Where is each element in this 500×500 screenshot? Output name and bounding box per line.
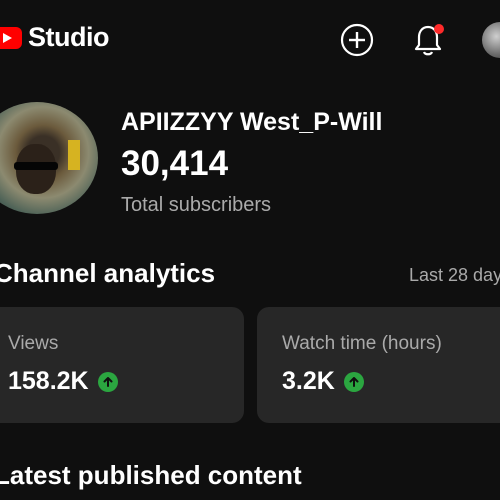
notification-dot xyxy=(434,24,444,34)
create-icon xyxy=(340,23,374,57)
app-name: Studio xyxy=(28,22,109,52)
youtube-logo-icon xyxy=(0,26,22,49)
analytics-period: Last 28 days xyxy=(409,265,500,285)
views-label: Views xyxy=(8,333,59,354)
notifications-button[interactable] xyxy=(410,22,446,58)
subscriber-label: Total subscribers xyxy=(121,194,272,216)
watch-time-value-row: 3.2K xyxy=(282,367,364,396)
views-card[interactable]: Views 158.2K xyxy=(0,307,244,423)
watch-time-card[interactable]: Watch time (hours) 3.2K xyxy=(257,307,500,423)
top-app-bar: Studio xyxy=(0,0,500,84)
create-button[interactable] xyxy=(339,22,375,58)
channel-analytics-title: Channel analytics xyxy=(0,258,216,288)
trend-up-icon xyxy=(343,371,364,392)
subscriber-count: 30,414 xyxy=(121,144,229,183)
watch-time-label: Watch time (hours) xyxy=(282,333,442,354)
views-value-row: 158.2K xyxy=(8,367,118,396)
views-value: 158.2K xyxy=(8,367,89,395)
latest-content-title: Latest published content xyxy=(0,460,302,490)
watch-time-value: 3.2K xyxy=(282,367,335,395)
channel-profile: APIIZZYY West_P-Will 30,414 Total subscr… xyxy=(0,100,500,220)
channel-name: APIIZZYY West_P-Will xyxy=(121,108,383,136)
account-avatar[interactable] xyxy=(482,22,500,58)
youtube-studio-logo[interactable]: Studio xyxy=(0,22,109,53)
channel-avatar[interactable] xyxy=(0,102,98,214)
trend-up-icon xyxy=(97,371,118,392)
